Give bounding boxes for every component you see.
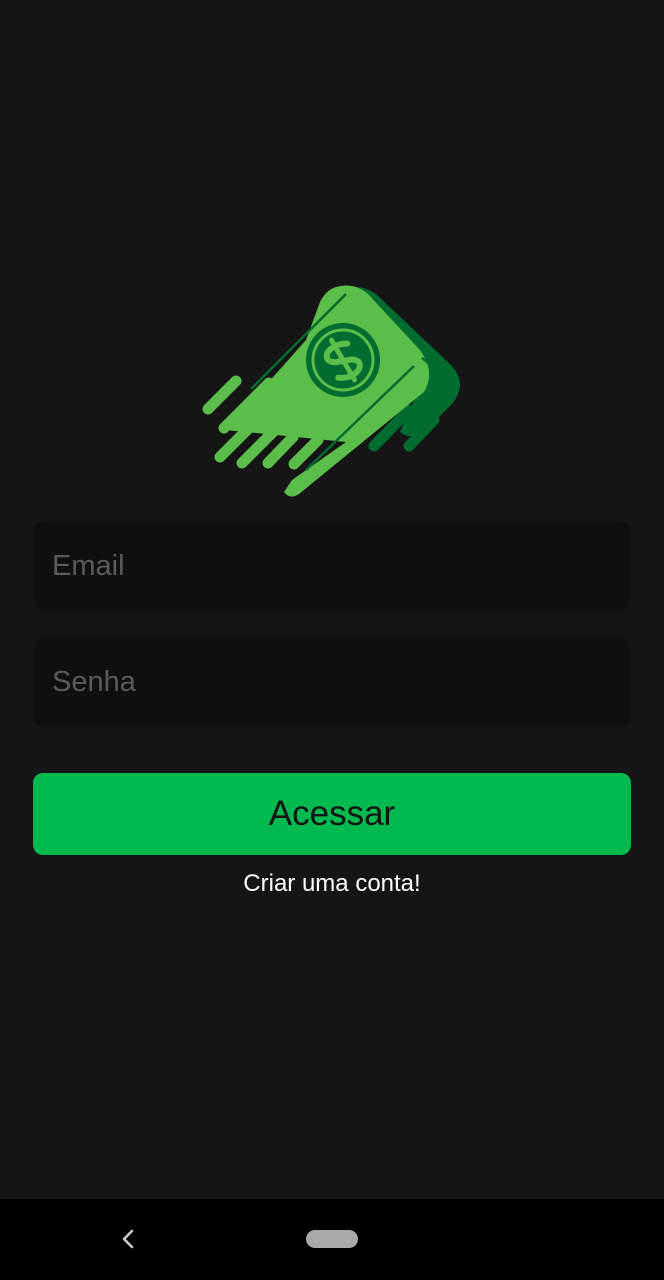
create-account-link[interactable]: Criar uma conta! [0,867,664,901]
login-screen: Acessar Criar uma conta! [0,0,664,1280]
password-field[interactable] [33,638,631,726]
password-input[interactable] [33,638,631,726]
email-input[interactable] [33,522,631,610]
login-button[interactable]: Acessar [33,773,631,855]
back-chevron-icon[interactable] [110,1221,146,1257]
system-navigation-bar [0,1199,664,1280]
flying-money-icon [202,285,460,497]
email-field[interactable] [33,522,631,610]
home-pill-icon[interactable] [306,1230,358,1248]
login-button-label: Acessar [268,794,396,833]
